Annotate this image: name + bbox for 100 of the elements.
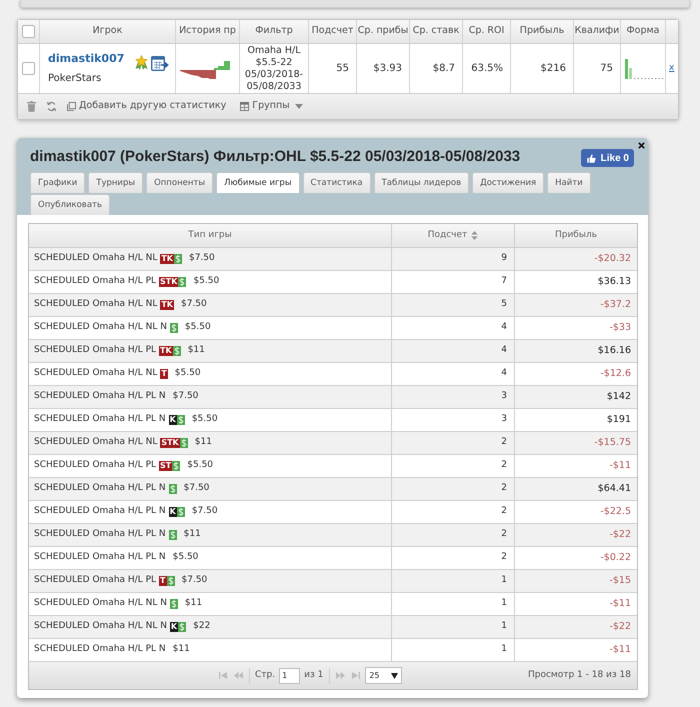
game-badge: K xyxy=(168,507,177,517)
column-header[interactable]: Ср. прибы xyxy=(357,20,410,43)
tab[interactable]: Достижения xyxy=(472,172,544,193)
tab[interactable]: Статистика xyxy=(302,172,371,193)
column-header[interactable]: Ср. ставк xyxy=(410,20,463,43)
column-header[interactable]: История пр xyxy=(176,20,240,43)
page-input[interactable]: 1 xyxy=(279,668,300,684)
table-cell: 3 xyxy=(392,386,515,408)
table-cell: 4 xyxy=(392,340,515,362)
table-cell: 2 xyxy=(392,432,515,454)
like-button[interactable]: Like 0 xyxy=(580,149,634,167)
profit-cell-text: $36.13 xyxy=(596,274,632,289)
game-name: SCHEDULED Omaha H/L NL N xyxy=(34,620,167,634)
game-name: SCHEDULED Omaha H/L NL N xyxy=(34,321,167,334)
column-header[interactable]: Тип игры xyxy=(29,224,392,247)
game-name: SCHEDULED Omaha H/L PL N xyxy=(34,505,166,518)
game-name: SCHEDULED Omaha H/L PL N xyxy=(34,528,166,542)
column-header[interactable]: Прибыль xyxy=(511,20,574,43)
tab[interactable]: Таблицы лидеров xyxy=(374,172,470,193)
table-cell: $8.7 xyxy=(410,44,463,93)
game-badge: TK xyxy=(160,300,174,310)
profit-cell-text: $64.41 xyxy=(596,482,632,496)
column-header[interactable]: Прибыль xyxy=(515,224,637,247)
table-cell: 2 xyxy=(392,524,515,546)
game-name: SCHEDULED Omaha H/L PL xyxy=(34,459,156,472)
tab[interactable]: Графики xyxy=(30,172,86,193)
tab[interactable]: Любимые игры xyxy=(216,172,300,193)
game-badge: K xyxy=(168,415,177,425)
buy-in: $5.50 xyxy=(187,459,214,472)
caret-down-icon xyxy=(294,104,303,109)
column-header[interactable]: Квалифи xyxy=(574,20,621,43)
table-cell: 2 xyxy=(392,547,515,569)
buy-in: $5.50 xyxy=(193,275,220,288)
column-header[interactable]: Подсчет xyxy=(309,20,357,43)
game-badge: T xyxy=(160,369,168,379)
game-badge: TK xyxy=(160,254,174,264)
site-name: PokerStars xyxy=(48,72,102,86)
buy-in: $5.50 xyxy=(172,551,198,564)
page-size-select[interactable]: 25 xyxy=(365,667,402,684)
game-name: SCHEDULED Omaha H/L NL xyxy=(34,436,158,450)
tab[interactable]: Опубликовать xyxy=(30,194,110,215)
game-badge: K xyxy=(170,622,178,632)
filter-cell: Omaha H/L $5.5-22 05/03/2018-05/08/2033 xyxy=(240,44,309,93)
tab[interactable]: Оппоненты xyxy=(146,172,214,193)
table-cell: 3 xyxy=(392,409,515,431)
buy-in: $11 xyxy=(194,436,212,450)
buy-in: $5.50 xyxy=(192,413,218,426)
game-name: SCHEDULED Omaha H/L NL xyxy=(34,252,158,266)
table-cell: 2 xyxy=(392,455,515,477)
form-sparkline xyxy=(625,58,665,80)
game-name: SCHEDULED Omaha H/L PL N xyxy=(34,413,166,426)
tab[interactable]: Найти xyxy=(547,172,591,193)
buy-in: $7.50 xyxy=(182,574,208,588)
game-name: SCHEDULED Omaha H/L NL xyxy=(34,367,158,380)
buy-in: $7.50 xyxy=(180,298,207,312)
table-cell: $3.93 xyxy=(357,44,410,93)
buy-in: $11 xyxy=(188,344,205,358)
tab[interactable]: Турниры xyxy=(88,172,144,193)
sort-icon[interactable] xyxy=(471,231,478,240)
profit-cell-text: -$11 xyxy=(608,596,632,611)
checkbox[interactable] xyxy=(22,25,35,38)
game-badge: TK xyxy=(159,346,173,356)
table-cell: 5 xyxy=(392,294,515,316)
game-name: SCHEDULED Omaha H/L PL N xyxy=(34,390,166,404)
buy-in: $11 xyxy=(172,643,190,656)
column-header[interactable]: Форма xyxy=(621,20,666,43)
game-name: SCHEDULED Omaha H/L NL N xyxy=(34,597,167,610)
profit-cell-text: -$11 xyxy=(608,458,632,473)
player-link[interactable]: dimastik007 xyxy=(48,51,124,68)
table-cell: 1 xyxy=(392,570,515,592)
checkbox[interactable] xyxy=(22,62,35,75)
profit-cell-text: -$33 xyxy=(608,320,632,335)
profit-cell-text: $142 xyxy=(606,390,632,404)
close-icon[interactable] xyxy=(638,142,645,149)
add-statistics-button[interactable]: Добавить другую статистику xyxy=(67,99,226,114)
table-cell: 2 xyxy=(392,478,515,500)
page-count: из 1 xyxy=(304,668,324,682)
buy-in: $7.50 xyxy=(184,482,210,496)
column-header[interactable]: Фильтр xyxy=(240,20,309,43)
game-name: SCHEDULED Omaha H/L NL xyxy=(34,298,158,312)
buy-in: $22 xyxy=(193,620,210,634)
game-name: SCHEDULED Omaha H/L PL N xyxy=(34,482,166,496)
award-icon[interactable] xyxy=(135,55,148,70)
refresh-icon[interactable] xyxy=(46,101,57,112)
trash-icon[interactable] xyxy=(27,101,36,112)
profit-cell-text: -$15.75 xyxy=(593,436,632,450)
caret-down-icon xyxy=(391,672,398,678)
calendar-arrow-icon[interactable] xyxy=(151,54,169,70)
column-header[interactable]: Ср. ROI xyxy=(463,20,511,43)
column-header[interactable]: Подсчет xyxy=(392,224,515,247)
remove-link[interactable]: x xyxy=(669,62,674,76)
column-header[interactable]: Игрок xyxy=(40,20,176,43)
page-label: Стр. xyxy=(255,668,276,682)
groups-button[interactable]: Группы xyxy=(240,99,303,114)
buy-in: $5.50 xyxy=(184,321,211,334)
pager-summary: Просмотр 1 - 18 из 18 xyxy=(528,668,631,682)
buy-in: $7.50 xyxy=(188,252,215,266)
table-cell: 4 xyxy=(392,363,515,385)
profit-cell-text: -$12.6 xyxy=(599,366,632,381)
table-cell: 4 xyxy=(392,317,515,339)
